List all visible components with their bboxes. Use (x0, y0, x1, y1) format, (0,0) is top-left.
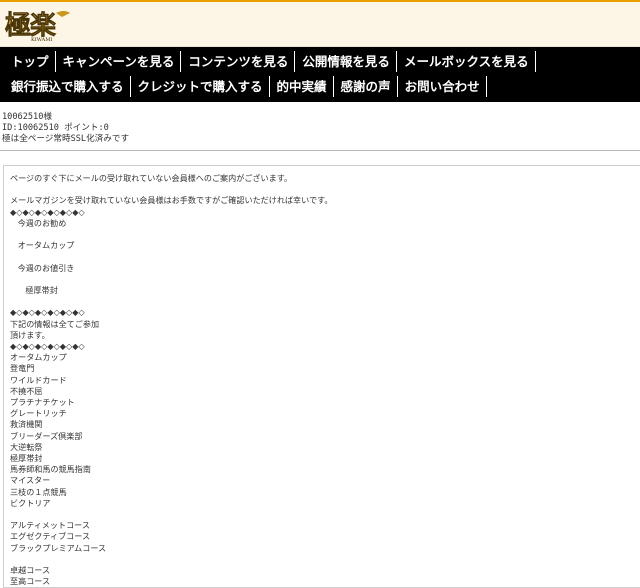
content-line (10, 251, 634, 262)
main-navigation: トップ キャンペーンを見る コンテンツを見る 公開情報を見る メールボックスを見… (0, 47, 640, 102)
content-line: 頂けます。 (10, 329, 50, 340)
site-logo[interactable]: 極 楽 KIWAMI (4, 7, 72, 43)
content-line: マイスター (10, 475, 51, 486)
nav-testimonials[interactable]: 感謝の声 (332, 76, 397, 97)
content-line: プラチナチケット (10, 396, 75, 407)
svg-text:極: 極 (5, 11, 31, 41)
message-content: ページのすぐ下にメールの受け取れていない会員様へのご案内がございます。メールマガ… (3, 165, 640, 588)
nav-mailbox[interactable]: メールボックスを見る (395, 51, 535, 72)
site-header: 極 楽 KIWAMI (0, 2, 640, 47)
nav-bank-transfer[interactable]: 銀行振込で購入する (6, 76, 130, 97)
content-line: メールマガジンを受け取れていない会員様はお手数ですがご確認いただければ幸いです。 (10, 195, 333, 206)
nav-top[interactable]: トップ (6, 51, 55, 72)
content-line (10, 509, 634, 520)
svg-text:KIWAMI: KIWAMI (31, 37, 52, 43)
content-line: ブラックプレミアムコース (10, 542, 107, 553)
nav-hit-record[interactable]: 的中実績 (268, 76, 333, 97)
content-line: 極厚帯封 (10, 284, 58, 295)
content-line: 三枝の１点競馬 (10, 486, 67, 497)
content-line: 登竜門 (10, 363, 35, 374)
content-line: ◆◇◆◇◆◇◆◇◆◇◆◇ (10, 340, 85, 351)
nav-divider (534, 51, 536, 72)
content-line: グレートリッチ (10, 408, 67, 419)
user-name: 10062510様 (2, 112, 52, 122)
user-id-points: ID:10062510 ポイント:0 (2, 123, 109, 133)
nav-divider (485, 76, 487, 97)
divider (0, 150, 640, 151)
content-line: ◆◇◆◇◆◇◆◇◆◇◆◇ (10, 307, 85, 318)
nav-row-secondary: 銀行振込で購入する クレジットで購入する 的中実績 感謝の声 お問い合わせ (6, 75, 640, 98)
content-line: 今週のお値引き (10, 262, 75, 273)
content-line: ◆◇◆◇◆◇◆◇◆◇◆◇ (10, 206, 85, 217)
content-line (10, 274, 634, 285)
content-line: エグゼクティブコース (10, 531, 91, 542)
ssl-note: 極は全ページ常時SSL化済みです (2, 134, 130, 144)
content-line: 卓越コース (10, 565, 51, 575)
nav-credit-purchase[interactable]: クレジットで購入する (129, 76, 269, 97)
content-line: アルティメットコース (10, 520, 90, 531)
content-line (10, 296, 634, 307)
content-line (10, 184, 634, 195)
content-line: ワイルドカード (10, 374, 67, 385)
nav-row-primary: トップ キャンペーンを見る コンテンツを見る 公開情報を見る メールボックスを見… (6, 50, 640, 73)
content-line: ビクトリア (10, 497, 51, 508)
content-line: 今週のお勧め (10, 217, 67, 228)
content-line: オータムカップ (10, 352, 67, 363)
nav-public-info[interactable]: 公開情報を見る (294, 51, 396, 72)
content-line: オータムカップ (10, 240, 75, 251)
content-line: 馬券師和馬の競馬指南 (10, 464, 91, 475)
nav-campaign[interactable]: キャンペーンを見る (54, 51, 181, 72)
nav-contents[interactable]: コンテンツを見る (180, 51, 294, 72)
content-line: 不撓不屈 (10, 385, 43, 396)
content-line: 救済機関 (10, 419, 43, 430)
content-line (10, 554, 634, 565)
content-line: 極厚帯封 (10, 453, 43, 463)
content-line: 大逆転祭 (10, 441, 43, 452)
content-line: ページのすぐ下にメールの受け取れていない会員様へのご案内がございます。 (10, 173, 293, 183)
content-line (10, 229, 634, 240)
content-line: 下記の情報は全てご参加 (10, 318, 100, 329)
nav-contact[interactable]: お問い合わせ (396, 76, 486, 97)
content-line: ブリーダーズ倶楽部 (10, 430, 83, 441)
user-info: 10062510様 ID:10062510 ポイント:0 極は全ページ常時SSL… (0, 102, 640, 145)
